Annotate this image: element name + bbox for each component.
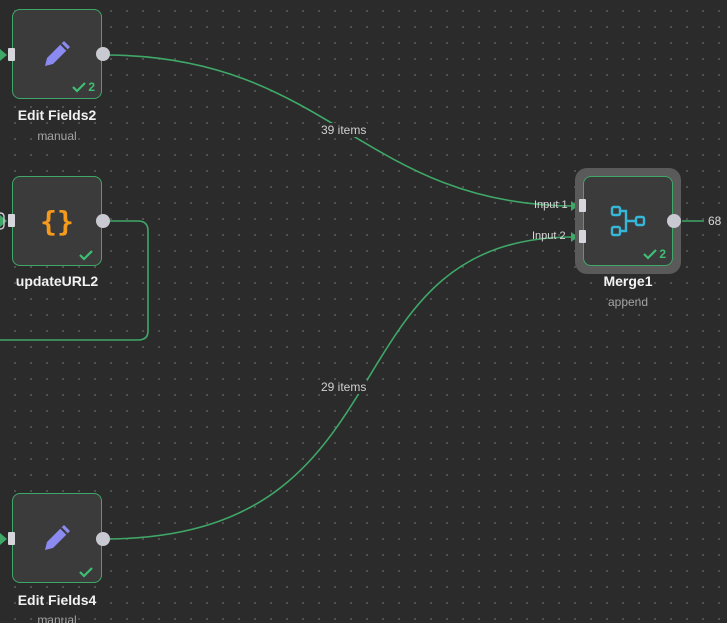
node-update-url2[interactable]: {} xyxy=(12,176,102,266)
check-icon xyxy=(79,567,93,578)
run-count: 2 xyxy=(88,80,95,94)
svg-text:{}: {} xyxy=(40,205,74,238)
connections-layer xyxy=(0,49,704,545)
edge-label-items: 39 items xyxy=(320,123,368,137)
node-title: Edit Fields2 xyxy=(17,107,97,123)
run-count: 2 xyxy=(659,247,666,261)
node-edit-fields2[interactable]: 2 xyxy=(12,9,102,99)
merge-icon xyxy=(606,199,650,243)
output-handle-edit-fields2[interactable] xyxy=(96,47,110,61)
output-handle-edit-fields4[interactable] xyxy=(96,532,110,546)
output-handle-update-url2[interactable] xyxy=(96,214,110,228)
node-merge1[interactable]: 2 xyxy=(583,176,673,266)
port-label-input2: Input 2 xyxy=(532,230,566,242)
pencil-icon xyxy=(35,32,79,76)
success-badge: 2 xyxy=(643,247,666,261)
input-handle-update-url2[interactable] xyxy=(8,214,15,227)
input-handle-merge1-input1[interactable] xyxy=(579,199,586,212)
port-label-input1: Input 1 xyxy=(534,199,568,211)
node-subtitle: manual xyxy=(37,613,77,623)
braces-icon: {} xyxy=(35,199,79,243)
input-handle-merge1-input2[interactable] xyxy=(579,230,586,243)
pencil-icon xyxy=(35,516,79,560)
workflow-canvas[interactable]: 2 Edit Fields2 manual {} updateURL2 Edit… xyxy=(0,0,727,623)
node-title: updateURL2 xyxy=(15,273,99,289)
edge-label-output-count: 68 xyxy=(708,214,722,228)
node-subtitle: append xyxy=(607,295,649,309)
check-icon xyxy=(72,82,87,93)
edge-label-items: 29 items xyxy=(320,380,368,394)
arrow-edit-fields4-in xyxy=(0,533,7,545)
arrow-edit-fields2-in xyxy=(0,49,7,61)
success-badge: 2 xyxy=(72,80,95,94)
check-icon xyxy=(643,249,658,260)
input-handle-edit-fields2[interactable] xyxy=(8,48,15,61)
node-title: Edit Fields4 xyxy=(17,592,97,608)
output-handle-merge1[interactable] xyxy=(667,214,681,228)
node-title: Merge1 xyxy=(603,273,653,289)
node-subtitle: manual xyxy=(37,129,77,143)
input-handle-edit-fields4[interactable] xyxy=(8,532,15,545)
success-badge xyxy=(79,566,95,578)
check-icon xyxy=(79,250,93,261)
success-badge xyxy=(79,249,95,261)
node-edit-fields4[interactable] xyxy=(12,493,102,583)
